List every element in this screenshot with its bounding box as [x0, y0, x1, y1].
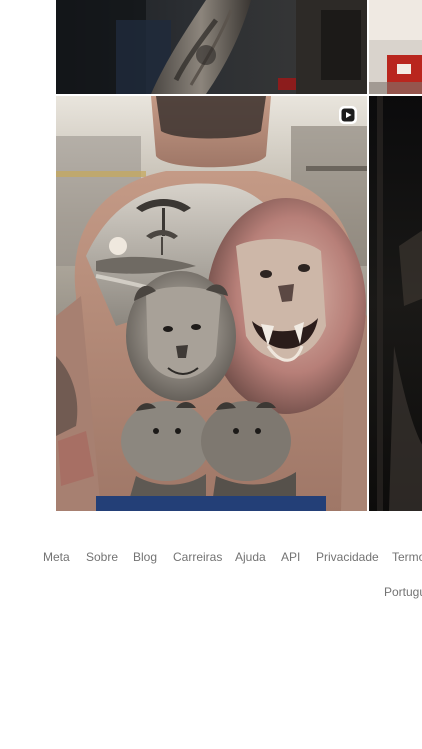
post-tile-sleeve[interactable] — [56, 0, 367, 94]
footer-link-api[interactable]: API — [281, 549, 300, 565]
footer-links: Meta Sobre Blog Carreiras Ajuda API Priv… — [0, 549, 422, 567]
profile-page: Meta Sobre Blog Carreiras Ajuda API Priv… — [0, 0, 422, 749]
post-grid — [56, 0, 422, 511]
reel-play-icon — [338, 105, 358, 125]
footer-link-meta[interactable]: Meta — [43, 549, 70, 565]
post-image-lion-backpiece — [56, 96, 367, 511]
post-tile-partial-side[interactable] — [369, 96, 422, 511]
footer-link-ajuda[interactable]: Ajuda — [235, 549, 266, 565]
footer-link-sobre[interactable]: Sobre — [86, 549, 118, 565]
post-image-sleeve — [56, 0, 367, 94]
footer-link-termos[interactable]: Termos — [392, 549, 422, 565]
footer-link-blog[interactable]: Blog — [133, 549, 157, 565]
post-tile-lion-backpiece[interactable] — [56, 96, 367, 511]
post-image-partial-top — [369, 0, 422, 94]
footer-link-privacidade[interactable]: Privacidade — [316, 549, 379, 565]
post-image-partial-side — [369, 96, 422, 511]
footer-link-carreiras[interactable]: Carreiras — [173, 549, 222, 565]
language-selector[interactable]: Português — [384, 584, 422, 600]
post-tile-partial-top[interactable] — [369, 0, 422, 94]
